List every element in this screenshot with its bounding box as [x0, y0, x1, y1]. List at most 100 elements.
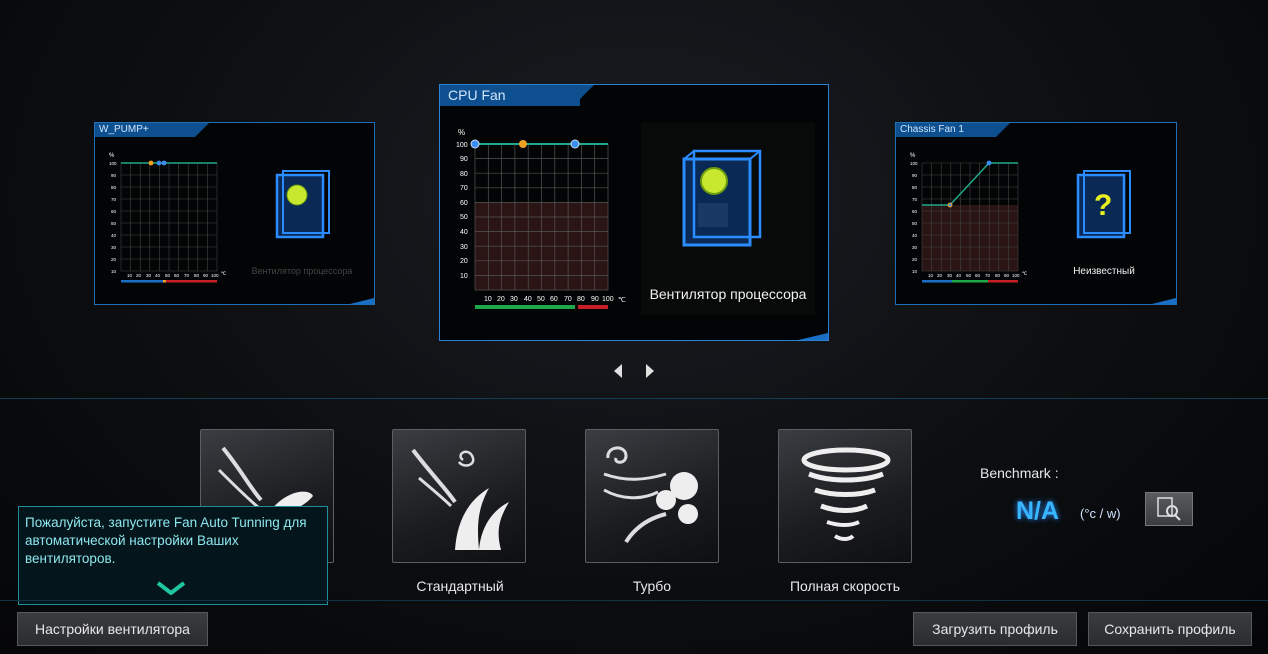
svg-text:50: 50 [460, 214, 468, 221]
section-divider [0, 398, 1268, 399]
svg-text:90: 90 [460, 156, 468, 163]
svg-text:40: 40 [111, 233, 117, 238]
pc-case-fan-icon [275, 170, 330, 239]
fan-card-title: W_PUMP+ [95, 123, 209, 137]
svg-text:70: 70 [111, 197, 117, 202]
fan-card-w-pump[interactable]: W_PUMP+ % 100 90 80 70 60 50 40 30 20 10 10 20 30 40… [94, 122, 375, 305]
svg-text:90: 90 [591, 296, 599, 303]
svg-text:60: 60 [975, 273, 981, 278]
tooltip-text: Пожалуйста, запустите Fan Auto Tunning д… [25, 515, 307, 566]
svg-text:90: 90 [1004, 273, 1010, 278]
percent-unit: % [910, 153, 916, 159]
svg-text:30: 30 [510, 296, 518, 303]
percent-unit: % [109, 153, 115, 159]
mode-label-turbo: Турбо [632, 578, 672, 594]
svg-text:60: 60 [460, 200, 468, 207]
svg-text:80: 80 [111, 185, 117, 190]
fan-card-title: Chassis Fan 1 [896, 123, 1010, 137]
svg-text:30: 30 [912, 245, 918, 250]
svg-text:10: 10 [484, 296, 492, 303]
tornado-icon [801, 447, 891, 541]
svg-text:50: 50 [537, 296, 545, 303]
svg-text:60: 60 [174, 273, 180, 278]
svg-text:100: 100 [1012, 273, 1020, 278]
svg-text:20: 20 [497, 296, 505, 303]
svg-text:50: 50 [966, 273, 972, 278]
benchmark-unit: (°c / w) [1080, 506, 1121, 521]
svg-text:20: 20 [912, 257, 918, 262]
prev-fan-arrow[interactable] [614, 364, 622, 378]
svg-text:40: 40 [460, 229, 468, 236]
fan-card-chassis-1[interactable]: Chassis Fan 1 % 100 90 80 70 60 50 40 30 20 10 10… [895, 122, 1177, 305]
svg-text:90: 90 [203, 273, 209, 278]
svg-text:℃: ℃ [221, 271, 227, 276]
turbo-wind-icon [603, 446, 698, 544]
load-profile-button[interactable]: Загрузить профиль [913, 612, 1077, 646]
svg-text:10: 10 [460, 273, 468, 280]
svg-text:100: 100 [211, 273, 219, 278]
benchmark-button[interactable] [1145, 492, 1193, 526]
svg-text:10: 10 [912, 269, 918, 274]
benchmark-search-icon [1157, 497, 1181, 521]
svg-text:10: 10 [111, 269, 117, 274]
benchmark-value: N/A [1016, 497, 1060, 525]
svg-text:80: 80 [995, 273, 1001, 278]
mode-label-full-speed: Полная скорость [789, 578, 901, 594]
auto-tuning-tooltip: Пожалуйста, запустите Fan Auto Tunning д… [18, 506, 328, 605]
svg-text:30: 30 [111, 245, 117, 250]
svg-text:30: 30 [460, 244, 468, 251]
fan-card-cpu[interactable]: CPU Fan % 100 90 80 70 60 50 40 30 20 10 10 20 30 40… [439, 84, 829, 341]
fan-settings-button[interactable]: Настройки вентилятора [17, 612, 208, 646]
svg-text:80: 80 [194, 273, 200, 278]
chevron-down-icon[interactable] [156, 581, 186, 595]
fan-curve-chart[interactable]: % 100908070605040302010 10 20 30 40 50 60 70 80… [99, 147, 229, 287]
svg-text:20: 20 [136, 273, 142, 278]
standard-wind-icon [411, 448, 509, 550]
svg-text:20: 20 [460, 258, 468, 265]
svg-text:60: 60 [912, 209, 918, 214]
svg-text:100: 100 [602, 296, 614, 303]
svg-text:40: 40 [956, 273, 962, 278]
svg-text:80: 80 [577, 296, 585, 303]
svg-text:20: 20 [937, 273, 943, 278]
fan-card-title: CPU Fan [440, 85, 594, 106]
svg-text:50: 50 [111, 221, 117, 226]
svg-text:10: 10 [928, 273, 934, 278]
percent-unit: % [458, 128, 465, 137]
svg-text:90: 90 [912, 173, 918, 178]
svg-text:40: 40 [524, 296, 532, 303]
pc-case-fan-icon [682, 149, 762, 247]
svg-text:70: 70 [184, 273, 190, 278]
svg-text:30: 30 [947, 273, 953, 278]
svg-text:90: 90 [111, 173, 117, 178]
save-profile-button[interactable]: Сохранить профиль [1088, 612, 1252, 646]
mode-button-standard[interactable] [392, 429, 526, 563]
svg-text:80: 80 [912, 185, 918, 190]
svg-text:40: 40 [155, 273, 161, 278]
svg-text:70: 70 [460, 185, 468, 192]
fan-curve-chart[interactable]: % 100908070605040302010 10 20 30 40 50 60 70 80… [444, 123, 629, 313]
mode-button-full-speed[interactable] [778, 429, 912, 563]
svg-text:80: 80 [460, 171, 468, 178]
next-fan-arrow[interactable] [646, 364, 654, 378]
svg-text:30: 30 [146, 273, 152, 278]
svg-text:20: 20 [111, 257, 117, 262]
svg-text:℃: ℃ [1022, 271, 1028, 276]
svg-text:10: 10 [127, 273, 133, 278]
fan-curve-chart[interactable]: % 100908070605040302010 10 20 30 40 50 60 70 80… [900, 147, 1030, 287]
svg-text:70: 70 [912, 197, 918, 202]
svg-text:50: 50 [912, 221, 918, 226]
unknown-device-icon: ? [1076, 170, 1131, 239]
bottom-divider [0, 600, 1268, 601]
fan-device-label: Вентилятор процессора [251, 266, 353, 276]
svg-text:℃: ℃ [618, 297, 626, 304]
benchmark-label: Benchmark : [980, 465, 1059, 481]
svg-text:60: 60 [111, 209, 117, 214]
svg-text:100: 100 [456, 142, 468, 149]
svg-text:60: 60 [550, 296, 558, 303]
mode-button-turbo[interactable] [585, 429, 719, 563]
svg-text:?: ? [1094, 189, 1112, 222]
svg-text:70: 70 [564, 296, 572, 303]
fan-device-label: Неизвестный [1073, 266, 1135, 277]
svg-text:40: 40 [912, 233, 918, 238]
